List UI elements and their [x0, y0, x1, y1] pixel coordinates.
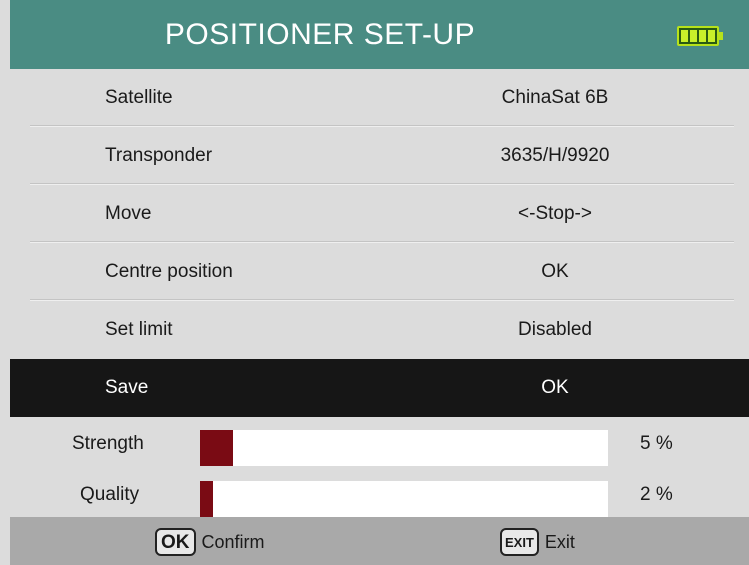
menu-row-transponder[interactable]: Transponder 3635/H/9920 — [10, 127, 749, 185]
battery-full-icon — [677, 26, 723, 46]
menu-value: OK — [541, 377, 569, 398]
strength-bar — [200, 430, 608, 466]
exit-label: Exit — [544, 531, 575, 552]
quality-percent: 2 % — [640, 484, 673, 505]
menu-value: ChinaSat 6B — [501, 87, 609, 108]
menu-label: Centre position — [105, 261, 233, 282]
menu-row-set-limit[interactable]: Set limit Disabled — [10, 301, 749, 359]
menu-row-satellite[interactable]: Satellite ChinaSat 6B — [10, 69, 749, 127]
menu-label: Transponder — [105, 145, 213, 166]
footer-hints: OK Confirm EXIT Exit — [10, 517, 749, 565]
menu-row-move[interactable]: Move <-Stop-> — [10, 185, 749, 243]
quality-bar-fill — [200, 481, 214, 517]
page-title: POSITIONER SET-UP — [164, 18, 476, 51]
menu-value: 3635/H/9920 — [500, 145, 610, 166]
menu-value: OK — [541, 261, 569, 282]
menu-label: Move — [105, 203, 152, 224]
quality-label: Quality — [80, 484, 140, 505]
menu-value: Disabled — [518, 319, 592, 340]
strength-meter: Strength 5 % — [10, 420, 749, 468]
positioner-setup-screen: POSITIONER SET-UP Satellite ChinaSat 6B … — [0, 0, 749, 565]
exit-key-icon: EXIT — [500, 528, 539, 556]
quality-meter: Quality 2 % — [10, 471, 749, 519]
menu-label: Save — [105, 377, 149, 398]
header: POSITIONER SET-UP — [10, 0, 749, 69]
confirm-key-hint[interactable]: OK Confirm — [155, 527, 265, 557]
exit-key-hint[interactable]: EXIT Exit — [500, 527, 575, 557]
confirm-label: Confirm — [201, 531, 265, 552]
menu-row-centre-position[interactable]: Centre position OK — [10, 243, 749, 301]
quality-bar — [200, 481, 608, 517]
menu-value: <-Stop-> — [518, 203, 592, 224]
menu-row-save[interactable]: Save OK — [10, 359, 749, 417]
menu-label: Set limit — [105, 319, 173, 340]
ok-key-icon: OK — [155, 528, 196, 556]
menu-label: Satellite — [105, 87, 173, 108]
strength-label: Strength — [72, 433, 144, 454]
strength-bar-fill — [200, 430, 233, 466]
strength-percent: 5 % — [640, 433, 673, 454]
